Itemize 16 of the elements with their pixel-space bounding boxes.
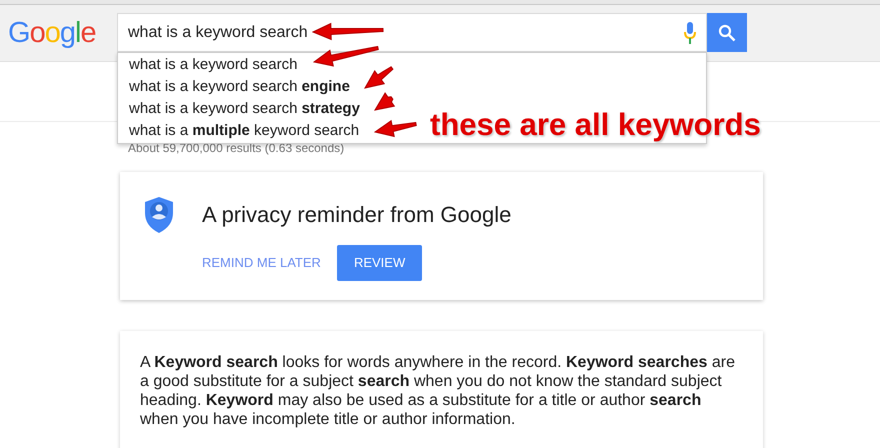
annotation-arrow xyxy=(374,92,396,111)
suggestion-item[interactable]: what is a keyword search strategy xyxy=(129,98,360,120)
keyword-definition: A Keyword search looks for words anywhere in the record. Keyword searches are a good substitute for a subject search when you do not know the standard subject heading. Keyword may also be used as a substitute for a title or author search when you have incomplete title or author information. xyxy=(140,353,736,429)
annotation-text: these are all keywords xyxy=(430,106,761,144)
search-field[interactable]: what is a keyword search xyxy=(117,13,707,52)
suggestion-item[interactable]: what is a keyword search xyxy=(129,54,298,76)
card-title: A privacy reminder from Google xyxy=(202,201,512,229)
microphone-icon[interactable] xyxy=(684,22,696,44)
search-icon xyxy=(718,24,736,42)
search-button[interactable] xyxy=(707,13,747,52)
suggestion-item[interactable]: what is a keyword search engine xyxy=(129,76,350,98)
review-button[interactable]: REVIEW xyxy=(336,245,422,281)
results-stats: About 59,700,000 results (0.63 seconds) xyxy=(128,141,344,155)
suggestion-item[interactable]: what is a multiple keyword search xyxy=(129,120,360,142)
shield-person-icon xyxy=(144,196,174,234)
annotation-arrow xyxy=(374,119,418,138)
